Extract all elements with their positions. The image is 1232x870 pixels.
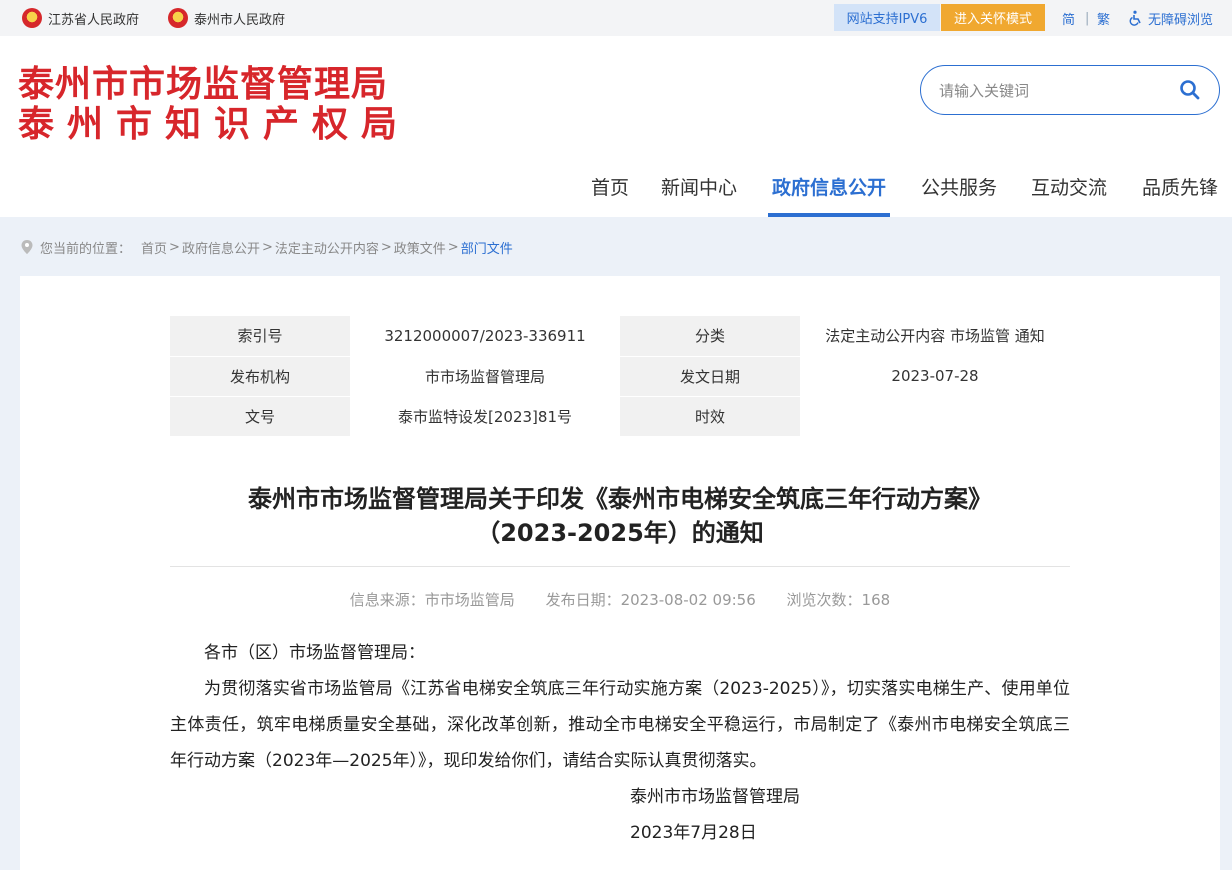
- date-value: 2023-07-28: [800, 356, 1070, 397]
- validity-value: [800, 396, 1070, 437]
- site-logo[interactable]: 泰州市市场监督管理局 泰州市知识产权局: [18, 64, 410, 144]
- table-row: 索引号 3212000007/2023-336911 分类 法定主动公开内容 市…: [170, 316, 1070, 357]
- city-gov-link[interactable]: 泰州市人民政府: [168, 0, 285, 36]
- document-meta-table: 索引号 3212000007/2023-336911 分类 法定主动公开内容 市…: [170, 316, 1070, 437]
- accessibility-label: 无障碍浏览: [1148, 12, 1214, 28]
- content-panel: 索引号 3212000007/2023-336911 分类 法定主动公开内容 市…: [20, 276, 1220, 870]
- docno-label: 文号: [170, 396, 350, 437]
- body-paragraph: 为贯彻落实省市场监管局《江苏省电梯安全筑底三年行动实施方案（2023-2025）…: [170, 679, 1070, 771]
- traditional-chinese-link[interactable]: 繁: [1097, 0, 1110, 36]
- breadcrumb-gov-info[interactable]: 政府信息公开: [182, 238, 260, 257]
- search-input[interactable]: [939, 78, 1169, 104]
- nav-quality[interactable]: 品质先锋: [1136, 166, 1224, 217]
- national-emblem-icon: [168, 8, 188, 28]
- article-body: 各市（区）市场监督管理局： 为贯彻落实省市场监管局《江苏省电梯安全筑底三年行动实…: [170, 635, 1070, 851]
- breadcrumb-dept-docs[interactable]: 部门文件: [461, 238, 513, 257]
- care-mode-button[interactable]: 进入关怀模式: [941, 4, 1045, 31]
- index-value: 3212000007/2023-336911: [350, 316, 620, 357]
- provincial-gov-label: 江苏省人民政府: [48, 12, 140, 28]
- validity-label: 时效: [620, 396, 800, 437]
- breadcrumb-prefix: 您当前的位置：: [40, 241, 132, 257]
- accessibility-link[interactable]: 无障碍浏览: [1128, 0, 1213, 36]
- category-label: 分类: [620, 316, 800, 357]
- title-divider: [170, 566, 1070, 567]
- breadcrumb-statutory[interactable]: 法定主动公开内容: [275, 238, 379, 257]
- table-row: 文号 泰市监特设发[2023]81号 时效: [170, 396, 1070, 437]
- info-published: 发布日期：2023-08-02 09:56: [545, 591, 756, 609]
- site-header: 泰州市市场监督管理局 泰州市知识产权局 首页 新闻中心 政府信息公开 公共服务 …: [0, 36, 1232, 217]
- title-line-1: 泰州市市场监督管理局关于印发《泰州市电梯安全筑底三年行动方案》: [248, 485, 992, 513]
- wheelchair-icon: [1129, 10, 1141, 26]
- info-views: 浏览次数：168: [786, 591, 891, 609]
- docno-value: 泰市监特设发[2023]81号: [350, 396, 620, 437]
- category-value: 法定主动公开内容 市场监管 通知: [800, 316, 1070, 357]
- nav-news[interactable]: 新闻中心: [656, 166, 742, 217]
- info-source: 信息来源：市市场监管局: [349, 591, 515, 609]
- location-pin-icon: [21, 240, 33, 254]
- top-bar: 江苏省人民政府 泰州市人民政府 网站支持IPV6 进入关怀模式 简 | 繁 无障…: [0, 0, 1232, 36]
- ipv6-badge[interactable]: 网站支持IPV6: [834, 4, 940, 31]
- nav-interaction[interactable]: 互动交流: [1026, 166, 1112, 217]
- logo-line-1: 泰州市市场监督管理局: [18, 63, 389, 105]
- title-line-2: （2023-2025年）的通知: [476, 519, 764, 547]
- table-row: 发布机构 市市场监督管理局 发文日期 2023-07-28: [170, 356, 1070, 397]
- issuer-label: 发布机构: [170, 356, 350, 397]
- salutation: 各市（区）市场监督管理局：: [204, 643, 425, 663]
- breadcrumb-home[interactable]: 首页: [141, 238, 167, 257]
- sign-date: 2023年7月28日: [630, 823, 757, 843]
- nav-home[interactable]: 首页: [584, 166, 636, 217]
- city-gov-label: 泰州市人民政府: [194, 12, 286, 28]
- issuer-value: 市市场监督管理局: [350, 356, 620, 397]
- provincial-gov-link[interactable]: 江苏省人民政府: [22, 0, 139, 36]
- search-box: [920, 65, 1220, 115]
- simplified-chinese-link[interactable]: 简: [1062, 0, 1075, 36]
- article-title: 泰州市市场监督管理局关于印发《泰州市电梯安全筑底三年行动方案》 （2023-20…: [170, 482, 1070, 550]
- logo-line-2: 泰州市知识产权局: [18, 103, 411, 145]
- index-label: 索引号: [170, 316, 350, 357]
- search-icon[interactable]: [1179, 79, 1201, 101]
- signature: 泰州市市场监督管理局: [630, 787, 800, 807]
- breadcrumb-policy[interactable]: 政策文件: [394, 238, 446, 257]
- nav-gov-info[interactable]: 政府信息公开: [768, 166, 890, 217]
- lang-separator: |: [1085, 10, 1090, 26]
- nav-public-service[interactable]: 公共服务: [916, 166, 1002, 217]
- breadcrumb: 您当前的位置： 首页 > 政府信息公开 > 法定主动公开内容 > 政策文件 > 部门文件: [20, 238, 515, 257]
- national-emblem-icon: [22, 8, 42, 28]
- date-label: 发文日期: [620, 356, 800, 397]
- article-info: 信息来源：市市场监管局 发布日期：2023-08-02 09:56 浏览次数：1…: [170, 589, 1070, 610]
